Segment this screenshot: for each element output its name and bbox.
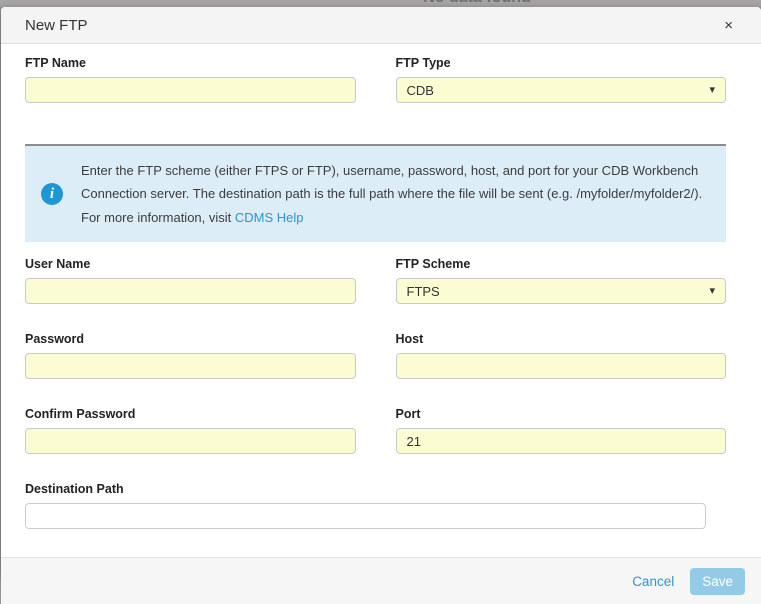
ftp-scheme-select[interactable]: FTPS ▾ (396, 278, 727, 304)
dialog-title: New FTP (25, 17, 88, 34)
form-row-3: Password Host (25, 332, 726, 379)
host-field-group: Host (396, 332, 727, 379)
ftp-type-label: FTP Type (396, 56, 727, 70)
dialog-footer: Cancel Save (1, 557, 761, 604)
ftp-type-field-group: FTP Type CDB ▾ (396, 56, 727, 103)
password-label: Password (25, 332, 356, 346)
info-banner: i Enter the FTP scheme (either FTPS or F… (25, 144, 726, 242)
dialog-body: FTP Name FTP Type CDB ▾ i Enter the FTP … (1, 44, 761, 557)
port-field-group: Port (396, 407, 727, 454)
info-icon: i (41, 183, 63, 205)
destination-path-label: Destination Path (25, 482, 726, 496)
ftp-scheme-label: FTP Scheme (396, 257, 727, 271)
ftp-type-selected-value: CDB (407, 83, 434, 98)
port-input[interactable] (396, 428, 727, 454)
ftp-name-input[interactable] (25, 77, 356, 103)
form-row-2: User Name FTP Scheme FTPS ▾ (25, 257, 726, 304)
password-input[interactable] (25, 353, 356, 379)
cancel-button[interactable]: Cancel (632, 574, 674, 589)
ftp-scheme-field-group: FTP Scheme FTPS ▾ (396, 257, 727, 304)
confirm-password-input[interactable] (25, 428, 356, 454)
new-ftp-dialog: New FTP × FTP Name FTP Type CDB ▾ i Ente… (1, 7, 761, 577)
page-behind-overlay: No data found (0, 0, 761, 7)
user-name-label: User Name (25, 257, 356, 271)
ftp-name-label: FTP Name (25, 56, 356, 70)
cdms-help-link[interactable]: CDMS Help (235, 210, 304, 225)
dialog-header: New FTP × (1, 7, 761, 44)
destination-path-field-group: Destination Path (25, 482, 726, 529)
ftp-scheme-selected-value: FTPS (407, 284, 440, 299)
password-field-group: Password (25, 332, 356, 379)
destination-path-input[interactable] (25, 503, 706, 529)
close-icon[interactable]: × (720, 16, 737, 35)
ftp-name-field-group: FTP Name (25, 56, 356, 103)
chevron-down-icon: ▾ (709, 286, 715, 297)
confirm-password-field-group: Confirm Password (25, 407, 356, 454)
info-banner-text: Enter the FTP scheme (either FTPS or FTP… (81, 163, 702, 225)
host-label: Host (396, 332, 727, 346)
form-row-5: Destination Path (25, 482, 726, 529)
ftp-type-select[interactable]: CDB ▾ (396, 77, 727, 103)
user-name-field-group: User Name (25, 257, 356, 304)
save-button[interactable]: Save (690, 568, 745, 595)
confirm-password-label: Confirm Password (25, 407, 356, 421)
no-data-found-text: No data found (423, 0, 531, 7)
chevron-down-icon: ▾ (709, 85, 715, 96)
user-name-input[interactable] (25, 278, 356, 304)
host-input[interactable] (396, 353, 727, 379)
form-row-4: Confirm Password Port (25, 407, 726, 454)
info-text-body: Enter the FTP scheme (either FTPS or FTP… (81, 163, 702, 225)
port-label: Port (396, 407, 727, 421)
form-row-1: FTP Name FTP Type CDB ▾ (25, 56, 726, 103)
